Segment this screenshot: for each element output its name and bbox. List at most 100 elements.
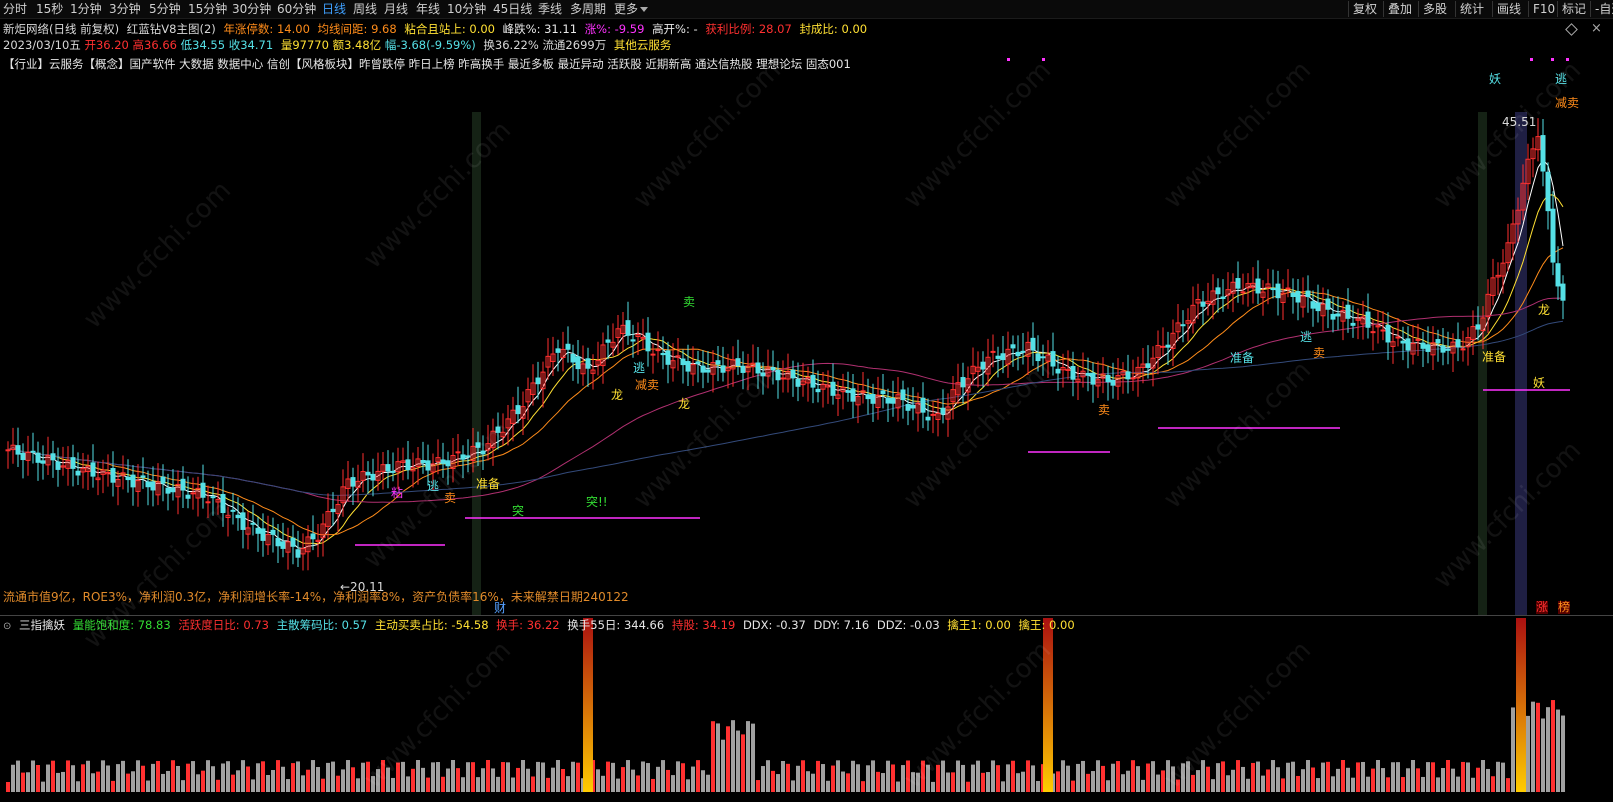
indicator-bar	[91, 773, 95, 792]
indicator-bar	[1411, 760, 1415, 792]
quote-date: 2023/03/10五	[3, 38, 81, 52]
indicator-bar	[656, 766, 660, 792]
tab-45day[interactable]: 45日线	[493, 2, 532, 16]
diamond-icon[interactable]	[1565, 23, 1578, 36]
close-icon[interactable]: ×	[1591, 22, 1602, 36]
indicator-bar	[1491, 776, 1495, 792]
indicator-bar	[331, 761, 335, 792]
indicator-bar	[1056, 771, 1060, 792]
indicator-bar	[786, 763, 790, 792]
indicator-bar	[31, 760, 35, 792]
indicator-bar	[1151, 761, 1155, 792]
tab-multi[interactable]: 多周期	[570, 2, 606, 16]
candle-body	[1290, 292, 1296, 297]
indicator-bar	[1546, 707, 1550, 792]
candle-body	[1110, 380, 1116, 386]
ma-gap: 均线间距: 9.68	[317, 22, 397, 36]
indicator-bar	[961, 764, 965, 792]
indicator-bar	[991, 760, 995, 792]
fuquan-button[interactable]: 复权	[1348, 1, 1377, 17]
signal-jianmai-2: 减卖	[635, 378, 660, 392]
indicator-bar	[1341, 760, 1345, 792]
chevron-down-icon[interactable]	[640, 7, 648, 12]
candle-body	[1255, 278, 1261, 294]
overlay-button[interactable]: 叠加	[1383, 1, 1412, 17]
signal-tao: 妖	[1489, 72, 1502, 86]
f10-button[interactable]: F10	[1528, 1, 1555, 17]
candle-body	[1070, 366, 1076, 380]
indicator-bar	[646, 763, 650, 792]
tab-yearly[interactable]: 年线	[416, 2, 440, 16]
indicator-bar	[1396, 762, 1400, 792]
indicator-bar	[661, 760, 665, 792]
indicator-bar	[631, 769, 635, 792]
indicator-bar	[106, 765, 110, 792]
indicator-bar	[791, 780, 795, 792]
tab-fenshi[interactable]: 分时	[3, 2, 27, 16]
indicator-bar	[1236, 760, 1240, 792]
candle-body	[1325, 298, 1331, 310]
indicator-bar	[121, 760, 125, 792]
indicator-bar	[216, 779, 220, 792]
indicator-bar	[501, 762, 505, 792]
candle-body	[385, 464, 391, 472]
indicator-bar	[6, 782, 10, 792]
candle-body	[575, 356, 581, 370]
indicator-bar	[41, 781, 45, 792]
candle-body	[50, 453, 56, 461]
tab-15min[interactable]: 15分钟	[188, 2, 227, 16]
indicator-bar	[1276, 767, 1280, 792]
indicator-bar	[1101, 765, 1105, 792]
tab-weekly[interactable]: 周线	[353, 2, 377, 16]
candle-body	[90, 462, 96, 477]
tab-daily[interactable]: 日线	[322, 2, 346, 16]
tab-more[interactable]: 更多	[614, 2, 638, 16]
indicator-bar	[746, 721, 750, 792]
candle-body	[1555, 263, 1561, 287]
indicator-bar	[1271, 760, 1275, 792]
tab-1min[interactable]: 1分钟	[70, 2, 102, 16]
indicator-bar	[466, 762, 470, 792]
candle-body	[255, 527, 261, 534]
tab-3min[interactable]: 3分钟	[109, 2, 141, 16]
tab-30min[interactable]: 30分钟	[232, 2, 271, 16]
signal-dot	[1042, 58, 1045, 61]
indicator-bar	[741, 734, 745, 792]
indicator-bar	[731, 720, 735, 792]
indicator-bar	[226, 761, 230, 792]
multi-stock-button[interactable]: 多股	[1418, 1, 1447, 17]
tab-5min[interactable]: 5分钟	[149, 2, 181, 16]
draw-button[interactable]: 画线	[1492, 1, 1521, 17]
tab-60min[interactable]: 60分钟	[277, 2, 316, 16]
tab-10min[interactable]: 10分钟	[447, 2, 486, 16]
indicator-bar	[716, 723, 720, 792]
fundamental-note: 流通市值9亿，ROE3%，净利润0.3亿，净利润增长率-14%，净利润率8%，资…	[3, 590, 629, 604]
candle-body	[125, 476, 131, 481]
candle-body	[70, 457, 76, 469]
watchlist-button[interactable]: -自选	[1590, 1, 1613, 17]
indicator-bar	[1231, 769, 1235, 792]
indicator-bar	[1321, 762, 1325, 792]
candle-body	[370, 473, 376, 481]
tab-15s[interactable]: 15秒	[36, 2, 63, 16]
stats-button[interactable]: 统计	[1455, 1, 1484, 17]
indicator-bar	[1001, 781, 1005, 792]
candle-body	[1160, 345, 1166, 348]
candle-body	[960, 377, 966, 388]
indicator-bar	[886, 760, 890, 792]
indicator-bar	[861, 781, 865, 792]
indicator-bar	[356, 778, 360, 792]
indicator-bar	[1481, 760, 1485, 792]
indicator-bar	[521, 760, 525, 792]
candle-body	[145, 481, 151, 488]
mark-button[interactable]: 标记	[1557, 1, 1586, 17]
indicator-bar	[796, 765, 800, 792]
expand-icon[interactable]: ⊙	[3, 621, 11, 632]
candle-body	[30, 450, 36, 453]
indicator-bar	[956, 760, 960, 792]
candle-body	[720, 365, 726, 373]
tab-quarter[interactable]: 季线	[538, 2, 562, 16]
indicator-bar	[156, 760, 160, 792]
candle-body	[1105, 374, 1111, 383]
tab-monthly[interactable]: 月线	[384, 2, 408, 16]
